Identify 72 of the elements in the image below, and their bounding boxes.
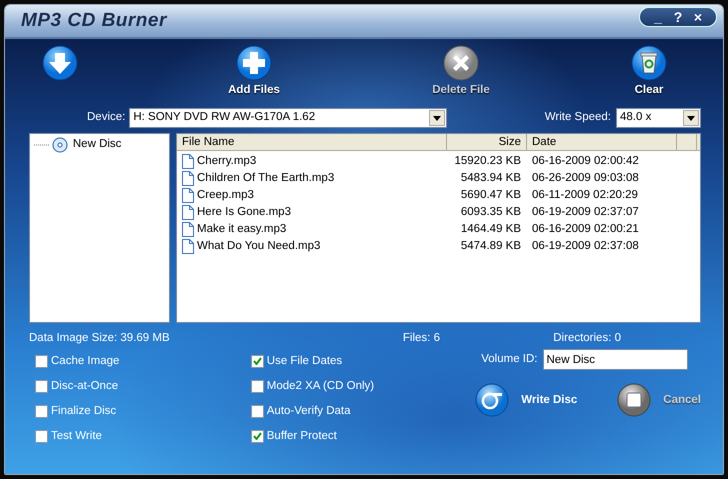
file-icon (182, 205, 194, 220)
window-title: MP3 CD Burner (21, 8, 167, 33)
plus-icon (236, 45, 272, 81)
file-name: Cherry.mp3 (197, 154, 256, 169)
file-name: Creep.mp3 (197, 188, 254, 203)
tree-connector-icon (34, 144, 50, 146)
disc-icon (475, 383, 510, 418)
check-icon (252, 432, 262, 440)
toolbar-button[interactable]: Clear (609, 45, 689, 100)
file-date: 06-16-2009 02:00:42 (531, 154, 640, 169)
dropdown-arrow-icon (687, 116, 695, 120)
volume-id-label: Volume ID: (481, 352, 538, 368)
file-size: 15920.23 KB (453, 154, 522, 169)
file-date: 06-19-2009 02:37:07 (531, 205, 640, 220)
checkbox-label: Mode2 XA (CD Only) (266, 378, 374, 394)
file-size: 5483.94 KB (460, 171, 522, 186)
file-icon (182, 154, 194, 169)
volume-id-field[interactable]: New Disc (542, 349, 688, 370)
file-name: Make it easy.mp3 (197, 222, 286, 237)
column-header[interactable]: Date (527, 134, 677, 150)
write-disc-button[interactable]: Write Disc (475, 383, 578, 418)
tree-item[interactable]: New Disc (72, 136, 122, 154)
checkbox-label: Buffer Protect (266, 428, 337, 444)
check-icon (252, 357, 262, 366)
dropdown-arrow-icon (433, 116, 442, 120)
checkbox[interactable] (250, 380, 264, 393)
directory-count: Directories: 0 (553, 331, 621, 346)
checkbox[interactable] (35, 380, 48, 393)
checkbox-label: Finalize Disc (51, 404, 116, 419)
checkbox-label: Cache Image (51, 354, 120, 369)
file-name: Here Is Gone.mp3 (197, 205, 291, 220)
file-date: 06-26-2009 09:03:08 (531, 171, 640, 186)
file-icon (182, 171, 194, 186)
file-date: 06-19-2009 02:37:08 (531, 239, 640, 254)
file-name: What Do You Need.mp3 (197, 239, 320, 254)
column-header[interactable]: Size (447, 134, 527, 150)
file-date: 06-11-2009 02:20:29 (531, 188, 639, 203)
file-size: 6093.35 KB (460, 205, 522, 220)
checkbox[interactable] (35, 354, 48, 368)
checkbox[interactable] (250, 404, 264, 418)
checkbox-label: Auto-Verify Data (266, 404, 350, 419)
file-icon (182, 222, 194, 237)
close-button[interactable]: × (688, 8, 708, 26)
write-speed-dropdown[interactable]: 48.0 x (616, 108, 701, 128)
stop-icon (617, 383, 652, 418)
file-icon (182, 188, 194, 203)
arrow-down-icon (42, 45, 78, 81)
data-image-size: Data Image Size: 39.69 MB (29, 331, 170, 346)
file-size: 1464.49 KB (460, 222, 522, 237)
column-header[interactable]: File Name (177, 134, 447, 150)
write-speed-label: Write Speed: (544, 110, 611, 126)
checkbox[interactable] (250, 354, 264, 368)
file-name: Children Of The Earth.mp3 (197, 171, 334, 186)
file-size: 5474.89 KB (460, 239, 522, 254)
checkbox-label: Test Write (51, 428, 102, 444)
file-count: Files: 6 (402, 331, 440, 346)
file-icon (182, 239, 194, 254)
checkbox-label: Use File Dates (266, 354, 342, 369)
toolbar-button[interactable]: Add Files (214, 45, 294, 100)
file-size: 5690.47 KB (460, 188, 522, 203)
minimize-button[interactable]: _ (648, 8, 668, 26)
checkbox[interactable] (35, 430, 48, 443)
checkbox-label: Disc-at-Once (51, 378, 118, 394)
file-date: 06-16-2009 02:00:21 (531, 222, 640, 237)
device-label: Device: (87, 110, 126, 126)
checkbox[interactable] (250, 430, 264, 443)
trash-can-icon (631, 45, 667, 81)
disc-icon (52, 136, 68, 153)
checkbox[interactable] (35, 404, 48, 418)
help-button[interactable]: ? (668, 8, 688, 26)
device-dropdown[interactable]: H: SONY DVD RW AW-G170A 1.62 (129, 108, 448, 128)
x-mark-icon (443, 45, 479, 81)
